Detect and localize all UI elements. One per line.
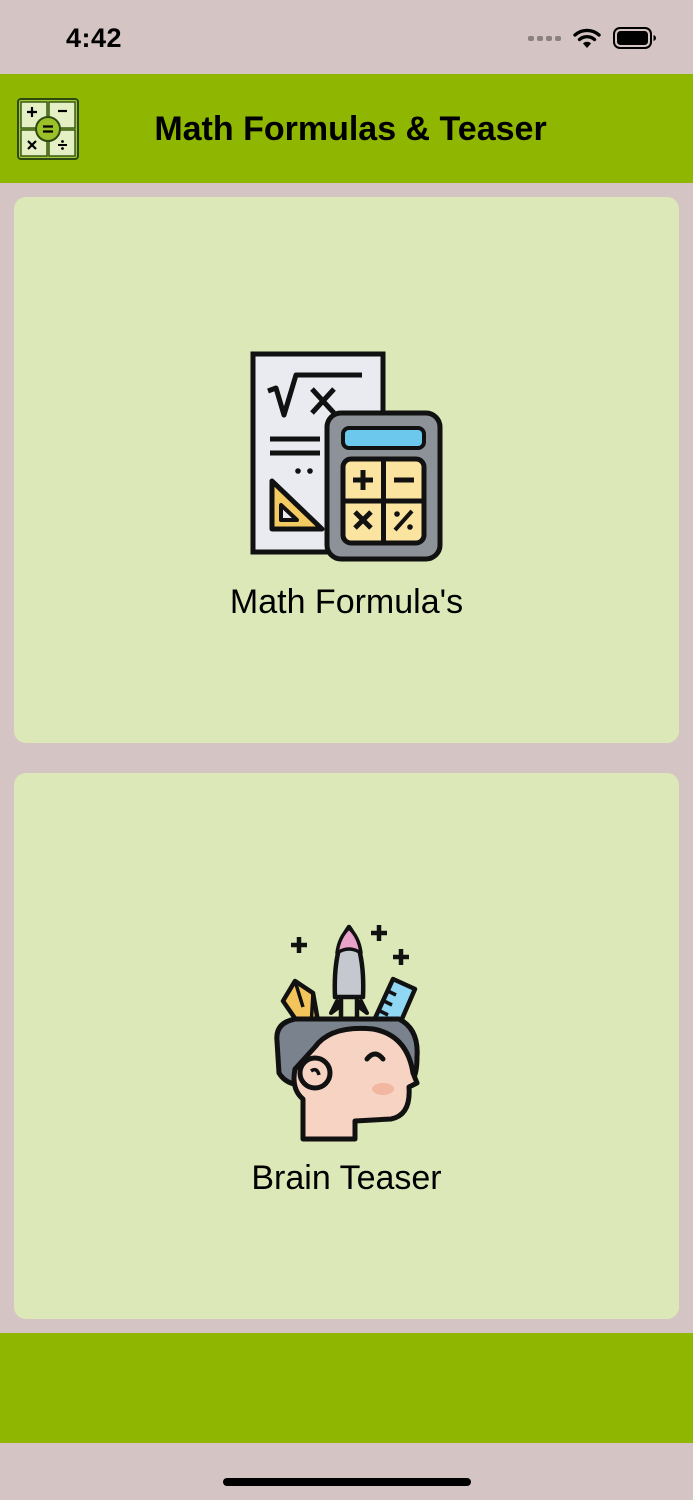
math-formulas-label: Math Formula's [229,583,464,621]
brain-teaser-label: Brain Teaser [251,1159,442,1197]
status-bar: 4:42 [0,0,693,74]
brain-teaser-card[interactable]: Brain Teaser [14,773,679,1319]
math-formulas-card[interactable]: Math Formula's [14,197,679,743]
home-indicator[interactable] [223,1478,471,1486]
battery-icon [613,27,656,49]
status-time: 4:42 [66,23,123,53]
cellular-signal-icon [528,35,561,41]
creative-head-icon [273,924,420,1142]
app-header: Math Formulas & Teaser [0,74,693,183]
formula-calculator-icon [250,351,442,562]
status-icons [528,24,657,52]
app-title: Math Formulas & Teaser [154,110,547,148]
bottom-bar [0,1333,693,1443]
wifi-icon [573,28,601,48]
